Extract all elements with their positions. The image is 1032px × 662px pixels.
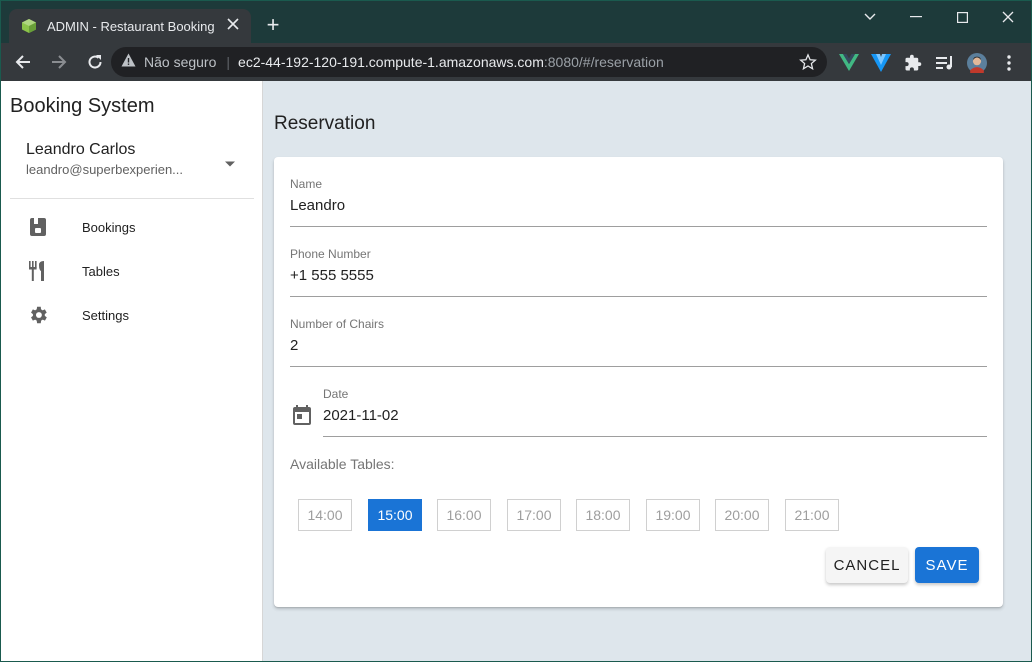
minimize-icon[interactable]: [893, 1, 939, 33]
user-email: leandro@superbexperien...: [26, 162, 184, 177]
app-viewport: Booking System Leandro Carlos leandro@su…: [1, 81, 1031, 661]
tab-title: ADMIN - Restaurant Booking: [47, 18, 215, 34]
security-label[interactable]: Não seguro: [144, 54, 216, 70]
sidebar-item-label: Settings: [82, 307, 129, 323]
time-slot[interactable]: 15:00: [368, 499, 422, 531]
back-icon[interactable]: [7, 46, 39, 78]
url-path[interactable]: :8080/#/reservation: [544, 54, 664, 70]
url-host[interactable]: ec2-44-192-120-191.compute-1.amazonaws.c…: [238, 54, 544, 70]
main-content: Reservation Name Leandro Phone Number +1…: [263, 81, 1031, 661]
bookings-icon: [26, 215, 50, 239]
gear-icon: [26, 303, 50, 327]
dropdown-caret-icon[interactable]: [224, 155, 236, 173]
sidebar-item-bookings[interactable]: Bookings: [1, 205, 263, 249]
user-menu[interactable]: Leandro Carlos leandro@superbexperien...: [26, 141, 236, 177]
maximize-icon[interactable]: [939, 1, 985, 33]
close-window-icon[interactable]: [985, 1, 1031, 33]
address-bar[interactable]: Não seguro | ec2-44-192-120-191.compute-…: [111, 47, 827, 77]
time-slot[interactable]: 17:00: [507, 499, 561, 531]
sidebar-item-label: Bookings: [82, 219, 136, 235]
forward-icon[interactable]: [43, 46, 75, 78]
sidebar: Booking System Leandro Carlos leandro@su…: [1, 81, 263, 661]
brand-title: Booking System: [10, 95, 155, 117]
reservation-form-card: Name Leandro Phone Number +1 555 5555 Nu…: [274, 157, 1003, 607]
browser-menu-icon[interactable]: [999, 53, 1019, 73]
tab-close-icon[interactable]: [225, 17, 241, 35]
date-input[interactable]: 2021-11-02: [323, 407, 399, 424]
sidebar-item-tables[interactable]: Tables: [1, 249, 263, 293]
phone-label: Phone Number: [290, 247, 371, 261]
cube-favicon-icon: [21, 18, 37, 34]
chairs-input[interactable]: 2: [290, 337, 298, 354]
name-field[interactable]: Name Leandro: [290, 177, 987, 227]
browser-tab[interactable]: ADMIN - Restaurant Booking: [9, 9, 251, 43]
reload-icon[interactable]: [79, 46, 111, 78]
puzzle-icon[interactable]: [903, 53, 923, 73]
date-field[interactable]: Date 2021-11-02: [323, 387, 987, 437]
time-slot[interactable]: 16:00: [437, 499, 491, 531]
time-slot[interactable]: 14:00: [298, 499, 352, 531]
calendar-icon[interactable]: [290, 403, 314, 427]
separator: |: [226, 54, 231, 70]
user-name: Leandro Carlos: [26, 141, 136, 158]
media-queue-icon[interactable]: [935, 53, 955, 73]
vuetify-icon[interactable]: [871, 53, 891, 73]
chairs-label: Number of Chairs: [290, 317, 385, 331]
page-title: Reservation: [274, 113, 376, 134]
sidebar-item-settings[interactable]: Settings: [1, 293, 263, 337]
time-slot[interactable]: 18:00: [576, 499, 630, 531]
utensils-icon: [26, 259, 50, 283]
date-label: Date: [323, 387, 349, 401]
time-slot[interactable]: 19:00: [646, 499, 700, 531]
save-button[interactable]: SAVE: [915, 547, 979, 583]
sidebar-item-label: Tables: [82, 263, 120, 279]
warning-icon[interactable]: [121, 53, 136, 72]
profile-avatar[interactable]: [967, 53, 987, 73]
phone-input[interactable]: +1 555 5555: [290, 267, 374, 284]
time-slot[interactable]: 20:00: [715, 499, 769, 531]
phone-field[interactable]: Phone Number +1 555 5555: [290, 247, 987, 297]
time-slot[interactable]: 21:00: [785, 499, 839, 531]
name-label: Name: [290, 177, 323, 191]
chairs-field[interactable]: Number of Chairs 2: [290, 317, 987, 367]
available-tables-label: Available Tables:: [290, 456, 395, 472]
browser-window: ADMIN - Restaurant Booking + Não seguro …: [0, 0, 1032, 662]
vue-devtools-icon[interactable]: [839, 53, 859, 73]
cancel-button[interactable]: CANCEL: [826, 547, 908, 583]
name-input[interactable]: Leandro: [290, 197, 345, 214]
bookmark-star-icon[interactable]: [799, 53, 817, 76]
new-tab-button[interactable]: +: [261, 13, 285, 37]
tab-strip: ADMIN - Restaurant Booking +: [1, 1, 1031, 43]
tab-search-icon[interactable]: [847, 1, 893, 33]
browser-toolbar: Não seguro | ec2-44-192-120-191.compute-…: [1, 43, 1031, 81]
divider: [10, 198, 254, 199]
